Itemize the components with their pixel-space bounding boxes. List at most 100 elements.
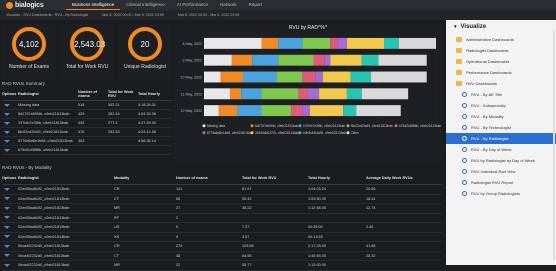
row-options[interactable] bbox=[2, 103, 18, 107]
bar-segment[interactable] bbox=[302, 71, 316, 83]
filter-icon[interactable] bbox=[4, 197, 10, 201]
visualize-header[interactable]: ▾ Visualize bbox=[446, 20, 556, 34]
row-options[interactable] bbox=[2, 235, 18, 239]
table-row[interactable]: 0bca4f2232d0_c9eb21813bab MR 22 35.77 1:12:0… bbox=[2, 261, 442, 271]
table-row[interactable]: 02ee55adb2f2_c9eb21813bab XR 9 3.57 00:13:55 bbox=[2, 233, 442, 242]
bar-segment[interactable] bbox=[322, 71, 351, 83]
bar-segment[interactable] bbox=[291, 105, 303, 117]
bar-segment[interactable] bbox=[361, 54, 379, 66]
bar-segment[interactable] bbox=[307, 88, 320, 100]
bar-segment[interactable] bbox=[384, 37, 399, 49]
visualize-item[interactable]: RVU - By Modality bbox=[446, 111, 556, 122]
col-header[interactable]: Total Hourly bbox=[308, 176, 366, 180]
visualize-item[interactable]: RVU - By Technologist bbox=[446, 122, 556, 133]
bar-segment[interactable] bbox=[231, 54, 253, 66]
bar-segment[interactable] bbox=[220, 71, 243, 83]
table-row[interactable]: 02ee55adb2f2_c9eb21813bab CR 141 61.97 1:04:… bbox=[2, 185, 442, 195]
bar-segment[interactable] bbox=[346, 88, 362, 100]
visualize-folder[interactable]: Radiologist Dashboards bbox=[446, 45, 556, 56]
filter-icon[interactable] bbox=[4, 244, 10, 248]
filter-icon[interactable] bbox=[4, 121, 10, 125]
date-range-filter-2[interactable]: Mar 6, 2022 00:00 - Mar 6, 2022 23:59 bbox=[178, 13, 240, 17]
row-options[interactable] bbox=[2, 206, 18, 210]
legend-label[interactable]: 31696db0227b, c9eb21813bab bbox=[255, 131, 299, 135]
filter-icon[interactable] bbox=[4, 206, 10, 210]
filter-icon[interactable] bbox=[4, 216, 10, 220]
nav-clinical-intelligence[interactable]: Clinical Intelligence bbox=[120, 0, 171, 10]
row-options[interactable] bbox=[2, 139, 18, 143]
bar-segment[interactable] bbox=[371, 71, 427, 83]
col-header[interactable]: Radiologist bbox=[18, 176, 114, 180]
visualize-folder[interactable]: Performance Dashboards bbox=[446, 67, 556, 78]
bar-segment[interactable] bbox=[398, 37, 436, 49]
bar-segment[interactable] bbox=[346, 37, 385, 49]
visualize-item[interactable]: RVU - By Day of Week bbox=[446, 144, 556, 155]
legend-label[interactable]: 197bfc7e3f5b, c9eb21813bab bbox=[303, 124, 345, 128]
table-row[interactable]: 02ee55adb2f2_c9eb21813bab MR 27 38.22 1:12:4… bbox=[2, 204, 442, 214]
table-row[interactable]: 02ee55adb2f2_c9eb21813bab US 9 7.37 00:35:00… bbox=[2, 223, 442, 233]
row-options[interactable] bbox=[2, 112, 18, 116]
col-header[interactable]: Number of exams bbox=[176, 176, 242, 180]
bar-segment[interactable] bbox=[204, 54, 232, 66]
bar-segment[interactable] bbox=[302, 37, 331, 49]
filter-icon[interactable] bbox=[4, 139, 10, 143]
visualize-item[interactable]: Radiologist RVU Report bbox=[446, 177, 556, 188]
bar-segment[interactable] bbox=[319, 88, 347, 100]
col-header[interactable]: Total for Work RVU bbox=[242, 176, 308, 180]
legend-label[interactable]: Other bbox=[351, 131, 360, 135]
col-header[interactable]: Radiologist bbox=[18, 92, 78, 96]
visualize-folder[interactable]: Operational Dashboards bbox=[446, 56, 556, 67]
col-header[interactable]: Options bbox=[2, 92, 18, 96]
nav-ai-performance[interactable]: AI Performance bbox=[171, 0, 214, 10]
row-options[interactable] bbox=[2, 121, 18, 125]
table-row[interactable]: 0bca4f2232d0_c9eb21813bab CT 38 84.95 1:40:4… bbox=[2, 252, 442, 261]
bar-segment[interactable] bbox=[330, 54, 362, 66]
bar-segment[interactable] bbox=[313, 54, 325, 66]
table-row[interactable]: Missing data 518 392.21 3:18:28.31 bbox=[2, 101, 172, 110]
bialogics-logo[interactable]: bialogics bbox=[6, 1, 52, 9]
date-range-filter[interactable]: Mar 6, 2022 00:00 - Mar 6, 2022 23:59 bbox=[102, 13, 164, 17]
bar-segment[interactable] bbox=[242, 71, 277, 83]
bar-segment[interactable] bbox=[302, 105, 310, 117]
nav-report[interactable]: Report bbox=[243, 0, 269, 10]
row-options[interactable] bbox=[2, 197, 18, 201]
visualize-item[interactable]: RVU - By AE Title bbox=[446, 89, 556, 100]
row-options[interactable] bbox=[2, 244, 18, 248]
legend-label[interactable]: f8c02cd2fc65, c9eb21813bab bbox=[351, 124, 393, 128]
filter-icon[interactable] bbox=[4, 263, 10, 267]
table-row[interactable]: 197bfc7e3f5b, c9eb21813bab 445 277.2 4:27:4… bbox=[2, 119, 172, 128]
filter-icon[interactable] bbox=[4, 225, 10, 229]
col-header[interactable]: Number of exams bbox=[78, 90, 108, 98]
bar-segment[interactable] bbox=[361, 88, 409, 100]
bar-segment[interactable] bbox=[343, 105, 357, 117]
visualize-item[interactable]: RVU by Group Radiologists bbox=[446, 188, 556, 199]
scrollbar[interactable] bbox=[553, 30, 555, 260]
bar-segment[interactable] bbox=[252, 54, 279, 66]
filter-icon[interactable] bbox=[4, 148, 10, 152]
bar-segment[interactable] bbox=[237, 105, 262, 117]
filter-icon[interactable] bbox=[4, 235, 10, 239]
nav-business-intelligence[interactable]: Business Intelligence bbox=[66, 0, 121, 10]
legend-label[interactable]: Missing data bbox=[207, 124, 225, 128]
visualize-folder[interactable]: Administrative Dashboards bbox=[446, 34, 556, 45]
bar-segment[interactable] bbox=[204, 71, 221, 83]
row-options[interactable] bbox=[2, 216, 18, 220]
visualize-folder[interactable]: RVU Dashboards bbox=[446, 78, 556, 89]
row-options[interactable] bbox=[2, 130, 18, 134]
filter-icon[interactable] bbox=[4, 112, 10, 116]
bar-segment[interactable] bbox=[204, 37, 262, 49]
col-header[interactable]: Total Hourly bbox=[138, 92, 170, 96]
col-header[interactable]: Average Daily Work RVUs bbox=[366, 176, 442, 180]
bar-segment[interactable] bbox=[350, 71, 372, 83]
breadcrumb[interactable]: Visualize - RVU Dashboards - RVU - By Ra… bbox=[6, 13, 88, 17]
legend-label[interactable]: 5776a5d6e1b68, c9eb21813bab bbox=[207, 131, 253, 135]
bar-segment[interactable] bbox=[298, 88, 308, 100]
row-options[interactable] bbox=[2, 187, 18, 191]
bar-segment[interactable] bbox=[378, 54, 427, 66]
col-header[interactable]: Total for Work RVU bbox=[108, 90, 138, 98]
table-row[interactable]: b75d2c4f8f6b, c9eb21813bab bbox=[2, 146, 172, 155]
legend-label[interactable]: b0b5c84f4a35, c9eb21813bab bbox=[303, 131, 346, 135]
table-row[interactable]: 8d2767a59f4b, c9eb21813bab 429 282.44 4:04:… bbox=[2, 110, 172, 119]
bar-segment[interactable] bbox=[315, 71, 323, 83]
visualize-item[interactable]: RVU - Subspecialty bbox=[446, 100, 556, 111]
